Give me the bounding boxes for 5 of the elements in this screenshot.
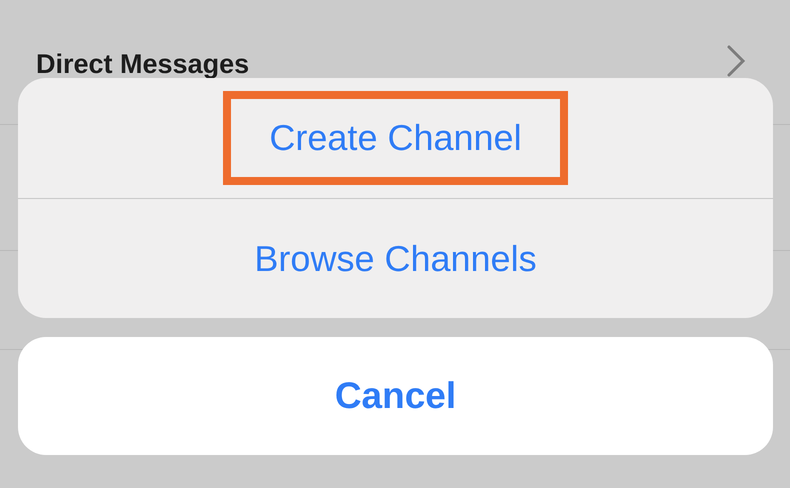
action-button[interactable]: Create Channel: [223, 91, 568, 185]
cancel-button[interactable]: Cancel: [18, 337, 773, 455]
chevron-right-icon: [726, 44, 746, 78]
section-title: Direct Messages: [36, 48, 250, 81]
action-button[interactable]: Browse Channels: [208, 212, 583, 306]
